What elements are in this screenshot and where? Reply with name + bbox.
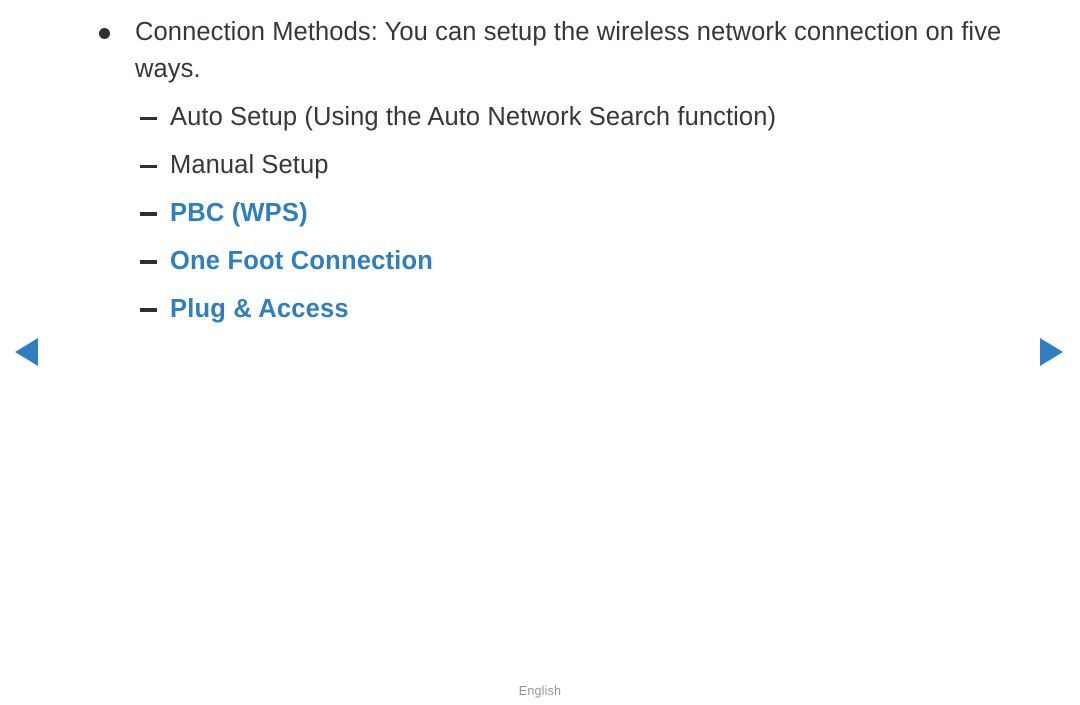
list-item-one-foot-connection[interactable]: One Foot Connection — [0, 243, 1080, 280]
connection-methods-list: Auto Setup (Using the Auto Network Searc… — [0, 99, 1080, 328]
next-page-button[interactable] — [1038, 337, 1064, 367]
previous-page-button[interactable] — [14, 337, 40, 367]
dash-icon — [140, 308, 157, 312]
list-item-auto-setup: Auto Setup (Using the Auto Network Searc… — [0, 99, 1080, 136]
bullet-list-item: Connection Methods: You can setup the wi… — [0, 14, 1080, 88]
dash-icon — [140, 165, 157, 168]
list-item-label: Auto Setup (Using the Auto Network Searc… — [170, 103, 777, 131]
triangle-left-icon — [14, 337, 40, 367]
list-item-pbc-wps[interactable]: PBC (WPS) — [0, 195, 1080, 232]
footer-language-label: English — [518, 684, 562, 698]
triangle-right-icon — [1038, 337, 1064, 367]
content-area: Connection Methods: You can setup the wi… — [0, 0, 1080, 328]
list-item-manual-setup: Manual Setup — [0, 147, 1080, 184]
list-item-plug-and-access[interactable]: Plug & Access — [0, 291, 1080, 328]
emanual-page: Connection Methods: You can setup the wi… — [0, 0, 1080, 705]
bullet-item-text: Connection Methods: You can setup the wi… — [135, 18, 1002, 83]
dash-icon — [140, 260, 157, 264]
list-item-label: PBC (WPS) — [170, 199, 308, 227]
list-item-label: Manual Setup — [170, 151, 329, 179]
dash-icon — [140, 117, 157, 120]
list-item-label: Plug & Access — [170, 295, 349, 323]
dash-icon — [140, 212, 157, 216]
bullet-dot-icon — [99, 28, 110, 39]
list-item-label: One Foot Connection — [170, 247, 434, 275]
